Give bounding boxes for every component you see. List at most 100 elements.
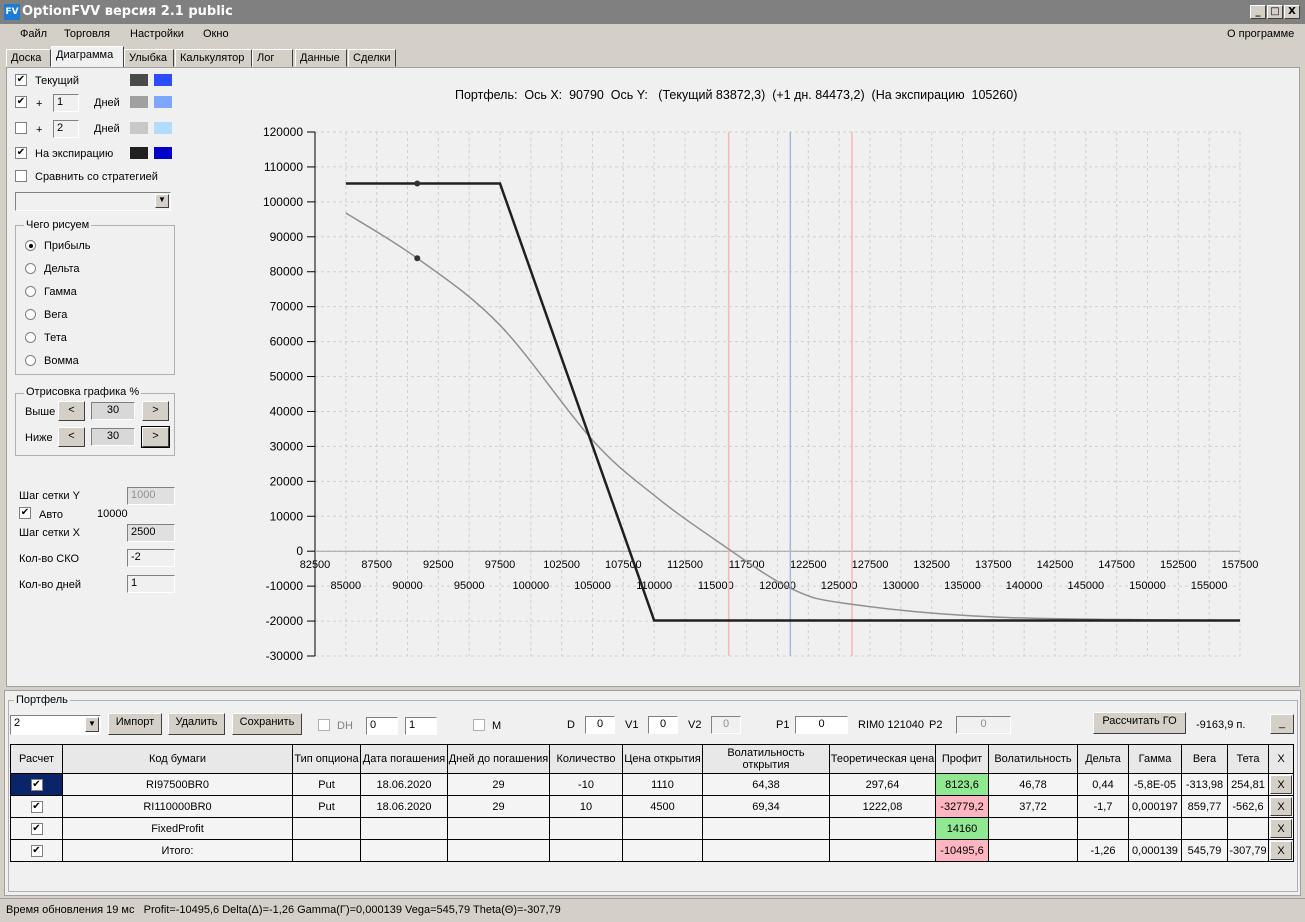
v1-input[interactable]: 0: [648, 716, 678, 734]
table-cell: 1222,08: [829, 795, 936, 818]
table-cell: [447, 839, 550, 862]
table-cell: [622, 839, 703, 862]
remove-cell[interactable]: X: [1268, 773, 1294, 796]
table-cell: 0,44: [1077, 773, 1129, 796]
table-row[interactable]: ✔ Итого: -10495,6 -1,26 0,000139 545,79 -307,7…: [10, 839, 1294, 862]
x-tick-label: 87500: [361, 559, 392, 571]
calc-checkbox[interactable]: ✔: [30, 801, 43, 813]
table-cell: 29: [447, 795, 550, 818]
table-cell: 859,77: [1181, 795, 1228, 818]
v2-label: V2: [688, 719, 702, 731]
table-cell: 64,38: [702, 773, 830, 796]
remove-cell[interactable]: X: [1268, 795, 1294, 818]
dh-label: DH: [337, 720, 353, 732]
column-header[interactable]: Цена открытия: [622, 744, 703, 774]
column-header[interactable]: Волатильность: [988, 744, 1078, 774]
dh-spin-2[interactable]: 1: [405, 717, 437, 735]
remove-row-button[interactable]: X: [1270, 775, 1292, 794]
x-tick-label: 140000: [1006, 580, 1043, 592]
x-tick-label: 95000: [454, 580, 485, 592]
table-row[interactable]: ✔ RI97500BR0 Put 18.06.2020 29 -10 1110 64,38 29…: [10, 773, 1294, 796]
p1-input[interactable]: 0: [795, 716, 848, 734]
column-header[interactable]: Тета: [1227, 744, 1269, 774]
p2-label: P2: [929, 719, 943, 731]
calc-cell[interactable]: ✔: [10, 795, 63, 818]
calc-checkbox[interactable]: ✔: [30, 823, 43, 835]
table-cell: [292, 839, 361, 862]
column-header[interactable]: Тип опциона: [292, 744, 361, 774]
calc-cell[interactable]: ✔: [10, 773, 63, 796]
m-checkbox[interactable]: [473, 719, 485, 731]
table-cell: [447, 817, 550, 840]
v2-input[interactable]: 0: [711, 716, 741, 734]
collapse-button[interactable]: _: [1270, 714, 1294, 734]
column-header[interactable]: Дней до погашения: [447, 744, 550, 774]
remove-row-button[interactable]: X: [1270, 841, 1292, 860]
save-button[interactable]: Сохранить: [232, 713, 302, 735]
column-header[interactable]: Количество: [549, 744, 623, 774]
x-tick-label: 85000: [331, 580, 362, 592]
remove-cell[interactable]: X: [1268, 839, 1294, 862]
calc-checkbox[interactable]: ✔: [30, 779, 43, 791]
p2-input[interactable]: 0: [956, 716, 1011, 734]
calc-checkbox[interactable]: ✔: [30, 845, 43, 857]
import-button[interactable]: Импорт: [108, 713, 162, 735]
calc-cell[interactable]: ✔: [10, 817, 63, 840]
table-cell: RI97500BR0: [62, 773, 293, 796]
calculate-go-button[interactable]: Рассчитать ГО: [1093, 712, 1186, 734]
portfolio-select[interactable]: 2 ▼: [10, 715, 101, 735]
table-cell: [1181, 817, 1228, 840]
column-header[interactable]: X: [1268, 744, 1294, 774]
table-cell: 254,81: [1227, 773, 1269, 796]
column-header[interactable]: Теоретическая цена: [829, 744, 936, 774]
column-header[interactable]: Волатильность открытия: [702, 744, 830, 774]
x-tick-label: 127500: [852, 559, 889, 571]
table-cell: 29: [447, 773, 550, 796]
table-cell: 4500: [622, 795, 703, 818]
column-header[interactable]: Расчет: [10, 744, 63, 774]
table-cell: 69,34: [702, 795, 830, 818]
table-cell: 18.06.2020: [360, 795, 448, 818]
table-cell: 545,79: [1181, 839, 1228, 862]
x-tick-label: 135000: [944, 580, 981, 592]
x-tick-label: 150000: [1129, 580, 1166, 592]
table-cell: 8123,6: [935, 773, 989, 796]
table-row[interactable]: ✔ FixedProfit 14160 X: [10, 817, 1294, 840]
dh-spin-1[interactable]: 0: [366, 717, 398, 735]
portfolio-title: Портфель: [14, 694, 70, 706]
remove-cell[interactable]: X: [1268, 817, 1294, 840]
table-cell: -1,7: [1077, 795, 1129, 818]
x-tick-label: 105000: [574, 580, 611, 592]
column-header[interactable]: Профит: [935, 744, 989, 774]
chevron-down-icon[interactable]: ▼: [85, 717, 99, 732]
series-expiry-line: [345, 182, 1240, 622]
remove-row-button[interactable]: X: [1270, 819, 1292, 838]
x-tick-label: 102500: [543, 559, 580, 571]
table-cell: 10: [549, 795, 623, 818]
remove-row-button[interactable]: X: [1270, 797, 1292, 816]
column-header[interactable]: Дельта: [1077, 744, 1129, 774]
table-cell: [702, 839, 830, 862]
d-label: D: [567, 719, 575, 731]
column-header[interactable]: Гамма: [1128, 744, 1182, 774]
table-cell: [549, 839, 623, 862]
table-cell: [829, 817, 936, 840]
calc-cell[interactable]: ✔: [10, 839, 63, 862]
table-row[interactable]: ✔ RI110000BR0 Put 18.06.2020 29 10 4500 69,34 12…: [10, 795, 1294, 818]
table-cell: [988, 817, 1078, 840]
column-header[interactable]: Код бумаги: [62, 744, 293, 774]
dh-checkbox[interactable]: [318, 719, 330, 731]
delete-button[interactable]: Удалить: [168, 713, 225, 735]
d-input[interactable]: 0: [585, 716, 615, 734]
status-bar: Время обновления 19 мс Profit=-10495,6 D…: [0, 898, 1305, 922]
y-tick-label: -30000: [266, 649, 304, 663]
column-header[interactable]: Вега: [1181, 744, 1228, 774]
go-value: -9163,9 п.: [1196, 719, 1246, 731]
payoff-chart[interactable]: 1200001100001000009000080000700006000050…: [0, 0, 1305, 690]
table-cell: 46,78: [988, 773, 1078, 796]
y-tick-label: 50000: [270, 370, 304, 384]
table-cell: [360, 839, 448, 862]
status-text: Время обновления 19 мс Profit=-10495,6 D…: [6, 904, 561, 916]
table-cell: 14160: [935, 817, 989, 840]
column-header[interactable]: Дата погашения: [360, 744, 448, 774]
